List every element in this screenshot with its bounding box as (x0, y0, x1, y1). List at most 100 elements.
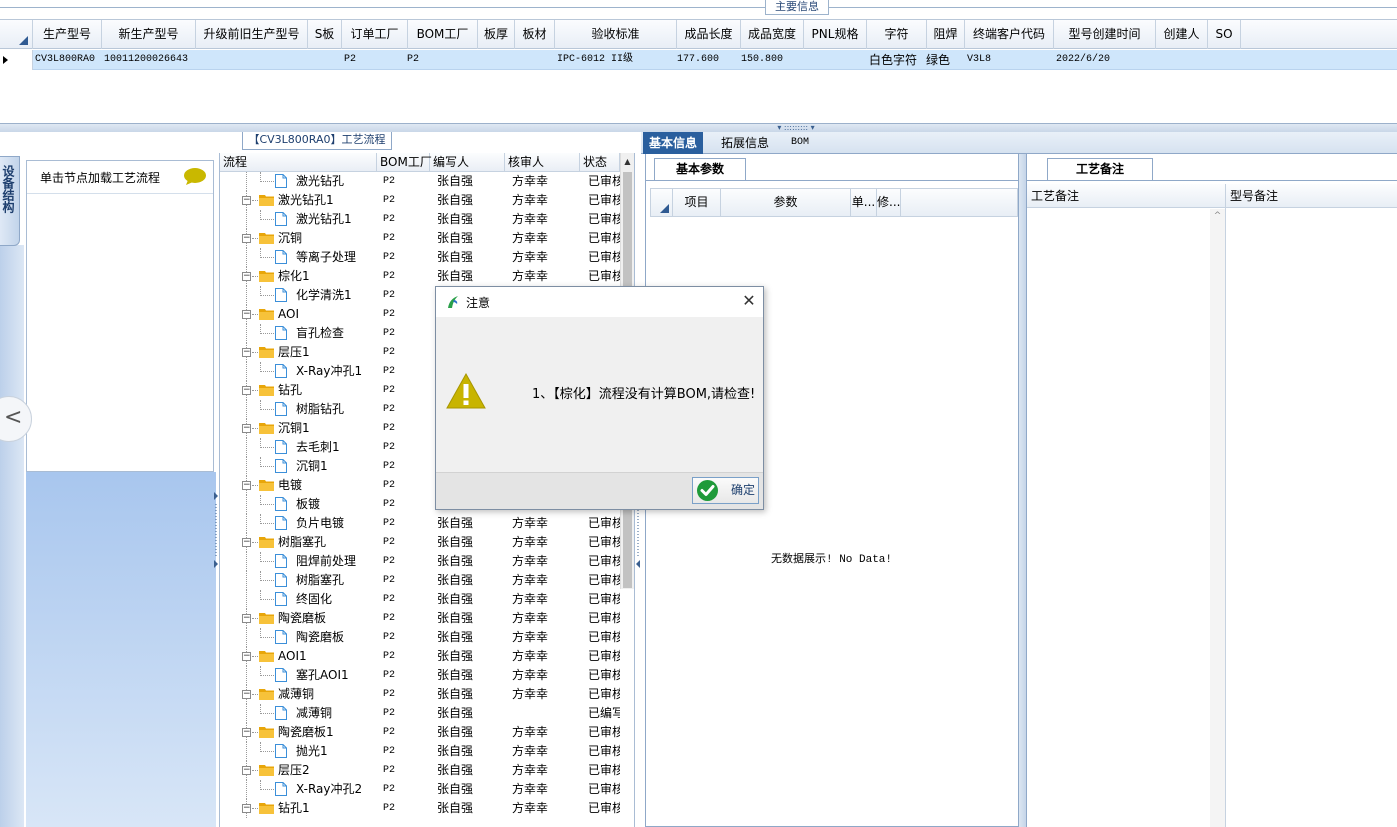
cell-old-model[interactable] (196, 50, 308, 70)
side-tab-equipment-structure[interactable]: 设备结构 (0, 156, 20, 246)
tree-collapse-icon[interactable]: − (242, 272, 251, 281)
cell-order-factory[interactable]: P2 (342, 50, 408, 70)
tree-row[interactable]: 阻焊前处理 P2 张自强 方幸幸 已审核 (220, 552, 620, 571)
tree-row[interactable]: 终固化 P2 张自强 方幸幸 已审核 (220, 590, 620, 609)
tree-col-writer[interactable]: 编写人 (430, 153, 505, 171)
tree-row[interactable]: 塞孔AOI1 P2 张自强 方幸幸 已审核 (220, 666, 620, 685)
tree-row[interactable]: − 陶瓷磨板1 P2 张自强 方幸幸 已审核 (220, 723, 620, 742)
cell-material[interactable] (515, 50, 555, 70)
col-header-character[interactable]: 字符 (867, 20, 927, 49)
cell-thickness[interactable] (478, 50, 515, 70)
param-col-item[interactable]: 项目 (673, 189, 721, 216)
horizontal-splitter[interactable]: ▾ ::::::::: ▾ (0, 123, 1397, 132)
col-header-old-model[interactable]: 升级前旧生产型号 (196, 20, 308, 49)
tab-basic-info[interactable]: 基本信息 (643, 132, 704, 154)
vertical-splitter[interactable] (1019, 154, 1026, 827)
col-header-so[interactable]: SO (1208, 20, 1241, 49)
tree-row[interactable]: − AOI1 P2 张自强 方幸幸 已审核 (220, 647, 620, 666)
cell-width[interactable]: 150.800 (739, 50, 802, 70)
tree-row[interactable]: − 钻孔1 P2 张自强 方幸幸 已审核 (220, 799, 620, 818)
cell-created-time[interactable]: 2022/6/20 (1054, 50, 1156, 70)
col-header-new-model[interactable]: 新生产型号 (102, 20, 196, 49)
tree-collapse-icon[interactable]: − (242, 481, 251, 490)
tree-row[interactable]: 抛光1 P2 张自强 方幸幸 已审核 (220, 742, 620, 761)
tree-col-status[interactable]: 状态 (580, 153, 620, 171)
tab-process-remark[interactable]: 工艺备注 (1047, 158, 1153, 180)
dialog-titlebar[interactable]: 注意 ✕ (436, 287, 763, 317)
param-col-value[interactable]: 参数 (721, 189, 851, 216)
cell-standard[interactable]: IPC-6012 II级 (555, 50, 677, 70)
tree-row[interactable]: 减薄铜 P2 张自强 已编写 (220, 704, 620, 723)
param-grid-corner[interactable] (650, 188, 672, 217)
tree-collapse-icon[interactable]: − (242, 728, 251, 737)
tab-bom[interactable]: BOM (785, 132, 815, 154)
cell-customer-code[interactable]: V3L8 (965, 50, 1054, 70)
tree-row[interactable]: − 激光钻孔1 P2 张自强 方幸幸 已审核 (220, 191, 620, 210)
col-header-thickness[interactable]: 板厚 (478, 20, 515, 49)
col-header-created-time[interactable]: 型号创建时间 (1054, 20, 1156, 49)
tree-row[interactable]: 负片电镀 P2 张自强 方幸幸 已审核 (220, 514, 620, 533)
tab-extended-info[interactable]: 拓展信息 (715, 132, 775, 154)
cell-pnl[interactable] (804, 50, 867, 70)
tree-row[interactable]: − 树脂塞孔 P2 张自强 方幸幸 已审核 (220, 533, 620, 552)
tree-col-bom[interactable]: BOM工厂 (377, 153, 432, 171)
tree-collapse-icon[interactable]: − (242, 804, 251, 813)
tree-row[interactable]: − 棕化1 P2 张自强 方幸幸 已审核 (220, 267, 620, 286)
remark-col-model[interactable]: 型号备注 (1226, 184, 1396, 208)
tree-row[interactable]: X-Ray冲孔2 P2 张自强 方幸幸 已审核 (220, 780, 620, 799)
tree-collapse-icon[interactable]: − (242, 690, 251, 699)
cell-new-model[interactable]: 10011200026643 (102, 50, 196, 70)
scroll-up-arrow-icon[interactable]: ^ (1210, 211, 1225, 221)
cell-solder-mask[interactable]: 绿色 (924, 50, 964, 70)
cell-length[interactable]: 177.600 (675, 50, 739, 70)
col-header-solder-mask[interactable]: 阻焊 (927, 20, 965, 49)
param-col-unit[interactable]: 单... (851, 189, 877, 216)
col-header-order-factory[interactable]: 订单工厂 (342, 20, 408, 49)
tree-collapse-icon[interactable]: − (242, 348, 251, 357)
tree-collapse-icon[interactable]: − (242, 310, 251, 319)
col-header-model[interactable]: 生产型号 (33, 20, 102, 49)
tree-row[interactable]: − 沉铜 P2 张自强 方幸幸 已审核 (220, 229, 620, 248)
scroll-up-arrow-icon[interactable]: ▲ (620, 153, 634, 171)
col-header-s-board[interactable]: S板 (308, 20, 342, 49)
tree-col-checker[interactable]: 核审人 (505, 153, 580, 171)
tree-row[interactable]: 激光钻孔1 P2 张自强 方幸幸 已审核 (220, 210, 620, 229)
tree-row[interactable]: − 减薄铜 P2 张自强 方幸幸 已审核 (220, 685, 620, 704)
tree-collapse-icon[interactable]: − (242, 196, 251, 205)
tree-collapse-icon[interactable]: − (242, 386, 251, 395)
cell-model[interactable]: CV3L800RA0 (33, 50, 102, 70)
ok-button[interactable]: 确定 (692, 477, 759, 504)
close-button[interactable]: ✕ (739, 291, 759, 311)
tree-collapse-icon[interactable]: − (242, 234, 251, 243)
col-header-length[interactable]: 成品长度 (677, 20, 741, 49)
col-header-customer-code[interactable]: 终端客户代码 (965, 20, 1054, 49)
tree-row[interactable]: − 层压2 P2 张自强 方幸幸 已审核 (220, 761, 620, 780)
cell-bom-factory[interactable]: P2 (405, 50, 475, 70)
cell-s-board[interactable] (308, 50, 342, 70)
col-header-pnl[interactable]: PNL规格 (804, 20, 867, 49)
col-header-material[interactable]: 板材 (515, 20, 555, 49)
tree-row[interactable]: − 陶瓷磨板 P2 张自强 方幸幸 已审核 (220, 609, 620, 628)
tree-collapse-icon[interactable]: − (242, 766, 251, 775)
grid-select-all-corner[interactable] (0, 20, 33, 49)
tab-basic-params[interactable]: 基本参数 (654, 158, 746, 180)
main-grid-row[interactable]: CV3L800RA0 10011200026643 P2 P2 IPC-6012… (0, 50, 1397, 70)
remark-col-process[interactable]: 工艺备注 (1027, 184, 1225, 208)
tree-collapse-icon[interactable]: − (242, 652, 251, 661)
col-header-bom-factory[interactable]: BOM工厂 (408, 20, 478, 49)
left-card-header[interactable]: 单击节点加载工艺流程 (27, 161, 213, 194)
tree-row[interactable]: 树脂塞孔 P2 张自强 方幸幸 已审核 (220, 571, 620, 590)
tree-col-name[interactable]: 流程 (220, 153, 377, 171)
tree-collapse-icon[interactable]: − (242, 424, 251, 433)
col-header-width[interactable]: 成品宽度 (741, 20, 804, 49)
tree-row[interactable]: 陶瓷磨板 P2 张自强 方幸幸 已审核 (220, 628, 620, 647)
tree-row[interactable]: 激光钻孔 P2 张自强 方幸幸 已审核 (220, 172, 620, 191)
param-col-modify[interactable]: 修... (877, 189, 901, 216)
tree-collapse-icon[interactable]: − (242, 614, 251, 623)
tree-row[interactable]: 等离子处理 P2 张自强 方幸幸 已审核 (220, 248, 620, 267)
cell-character[interactable]: 白色字符 (867, 50, 927, 70)
col-header-standard[interactable]: 验收标准 (555, 20, 677, 49)
remark-scrollbar[interactable] (1210, 209, 1225, 827)
cell-creator[interactable] (1156, 50, 1208, 70)
cell-so[interactable] (1208, 50, 1241, 70)
